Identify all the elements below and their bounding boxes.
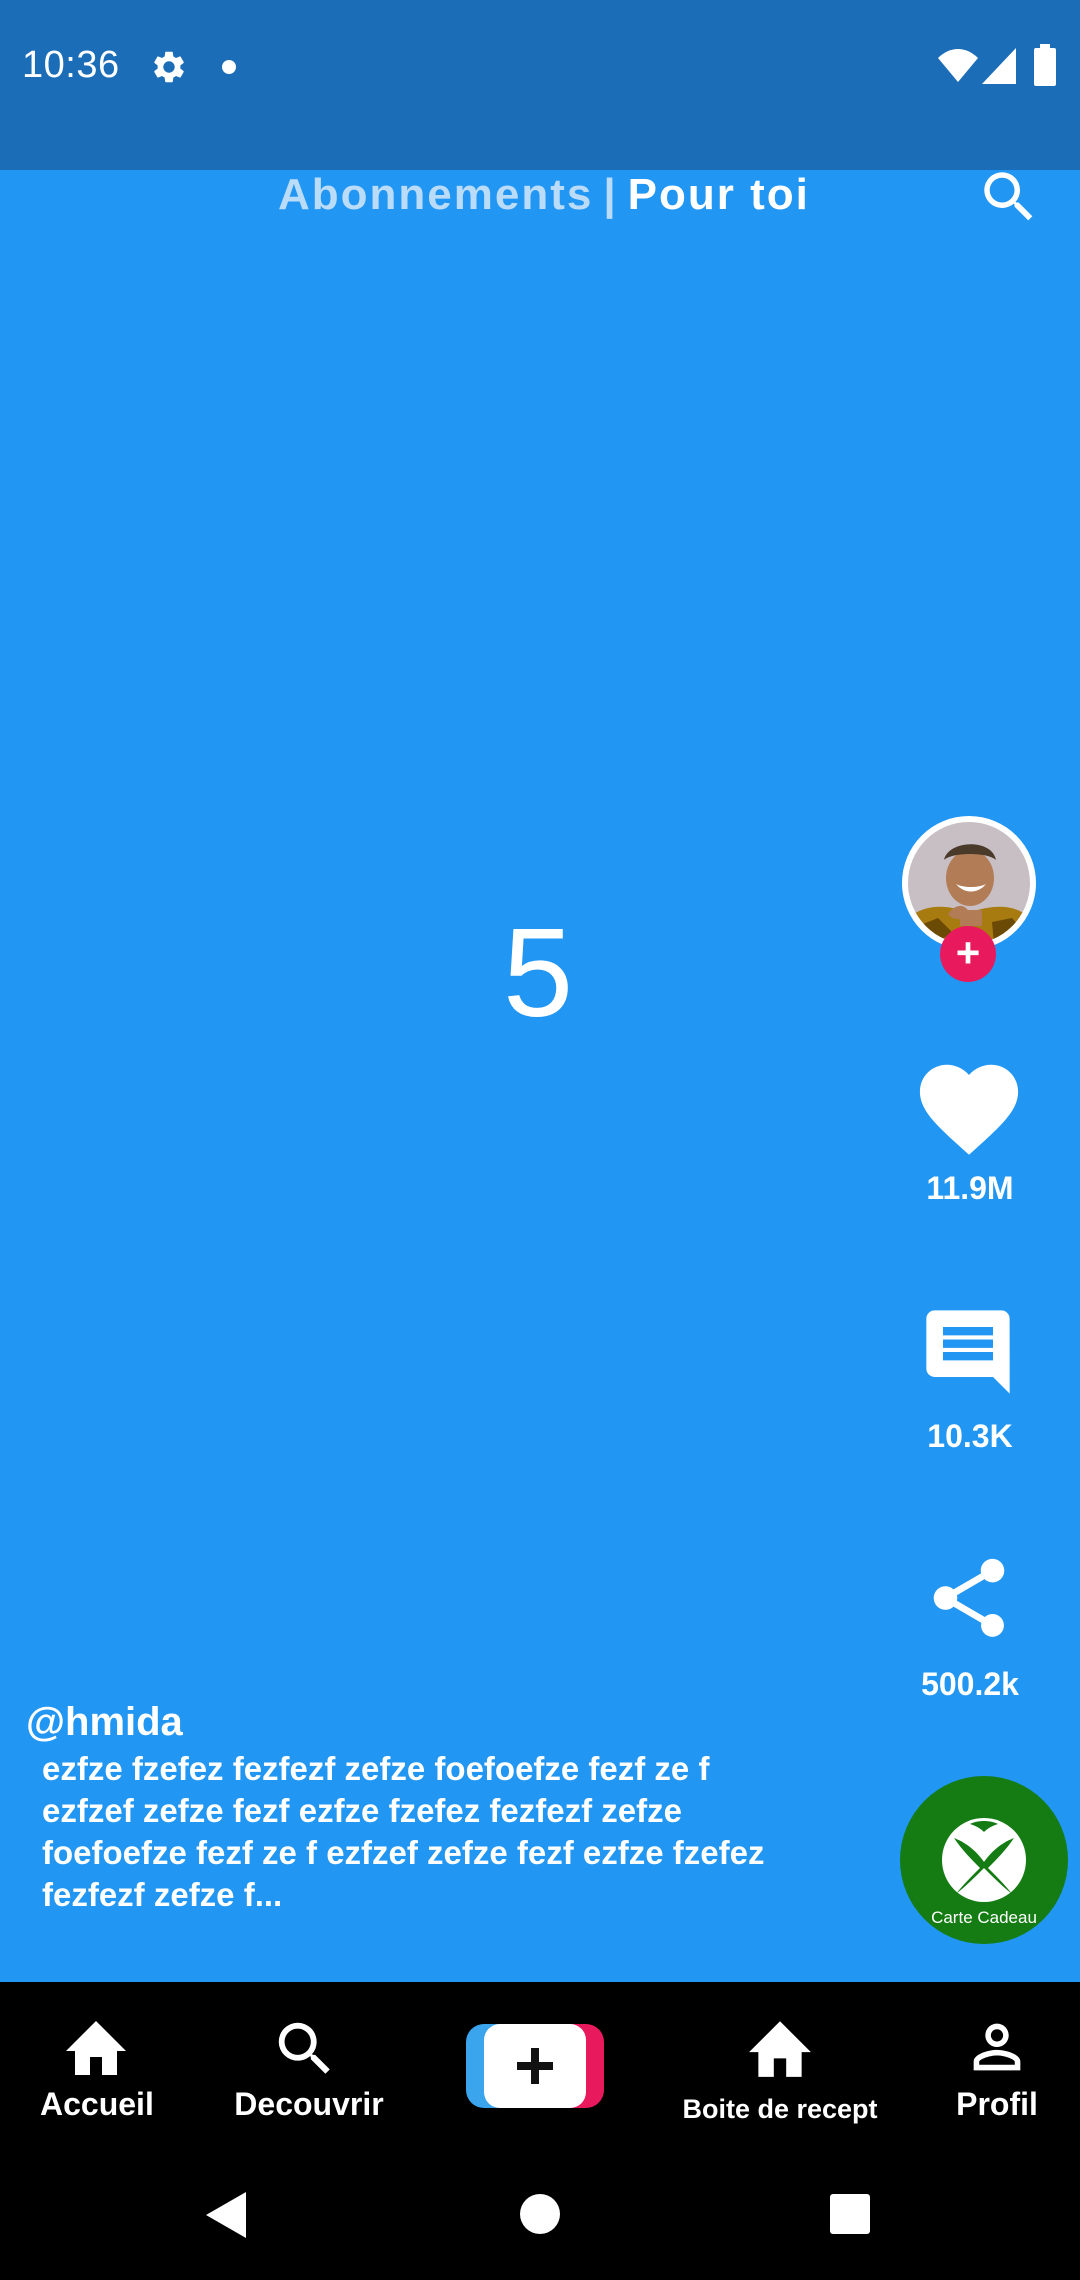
inbox-home-icon[interactable] — [742, 2012, 818, 2080]
status-bar: 10:36 — [0, 0, 1080, 170]
video-number-text: 5 — [502, 902, 574, 1043]
search-icon[interactable] — [976, 164, 1042, 230]
gift-card-button[interactable]: Carte Cadeau — [900, 1776, 1068, 1944]
gear-icon — [154, 51, 184, 83]
profile-icon[interactable] — [962, 2012, 1032, 2082]
create-button[interactable] — [466, 2024, 604, 2108]
nav-home-label[interactable]: Accueil — [40, 2086, 154, 2123]
tab-for-you[interactable]: Pour toi — [628, 170, 810, 219]
xbox-logo-icon — [942, 1818, 1026, 1902]
home-icon[interactable] — [60, 2012, 132, 2078]
wifi-icon — [938, 49, 978, 82]
bottom-navigation: Accueil Decouvrir Boite de recept Profil — [0, 1982, 1080, 2152]
comment-icon[interactable] — [918, 1302, 1018, 1402]
home-circle-icon[interactable] — [518, 2192, 562, 2236]
plus-icon — [517, 2048, 553, 2084]
tab-following[interactable]: Abonnements — [278, 170, 593, 219]
system-navigation-bar — [0, 2152, 1080, 2280]
share-icon[interactable] — [922, 1548, 1016, 1648]
heart-icon[interactable] — [910, 1050, 1028, 1158]
notification-dot-icon — [222, 60, 236, 74]
nav-profile-label[interactable]: Profil — [940, 2086, 1054, 2123]
recents-icon[interactable] — [828, 2192, 872, 2236]
share-count: 500.2k — [921, 1666, 1019, 1702]
video-feed[interactable]: Abonnements | Pour toi 5 + 11.9M 10.3K 5… — [0, 170, 1080, 1982]
status-time: 10:36 — [22, 44, 120, 86]
nav-discover-label[interactable]: Decouvrir — [226, 2086, 392, 2123]
video-description[interactable]: ezfze fzefez fezfezf zefze foefoefze fez… — [42, 1748, 802, 1916]
tab-separator: | — [603, 170, 618, 219]
feed-tabs: Abonnements | Pour toi — [0, 170, 1080, 256]
search-icon[interactable] — [270, 2014, 340, 2084]
follow-button[interactable]: + — [940, 926, 996, 982]
gift-card-label: Carte Cadeau — [931, 1908, 1037, 1927]
comment-count: 10.3K — [927, 1418, 1013, 1454]
nav-inbox-label[interactable]: Boite de recept — [670, 2094, 890, 2125]
video-number: 5 — [0, 910, 1080, 1036]
battery-icon — [1034, 44, 1056, 86]
signal-icon — [982, 48, 1016, 84]
create-button-face — [484, 2024, 586, 2108]
back-icon[interactable] — [202, 2190, 250, 2240]
username[interactable]: @hmida — [26, 1700, 183, 1745]
like-count: 11.9M — [926, 1170, 1014, 1206]
